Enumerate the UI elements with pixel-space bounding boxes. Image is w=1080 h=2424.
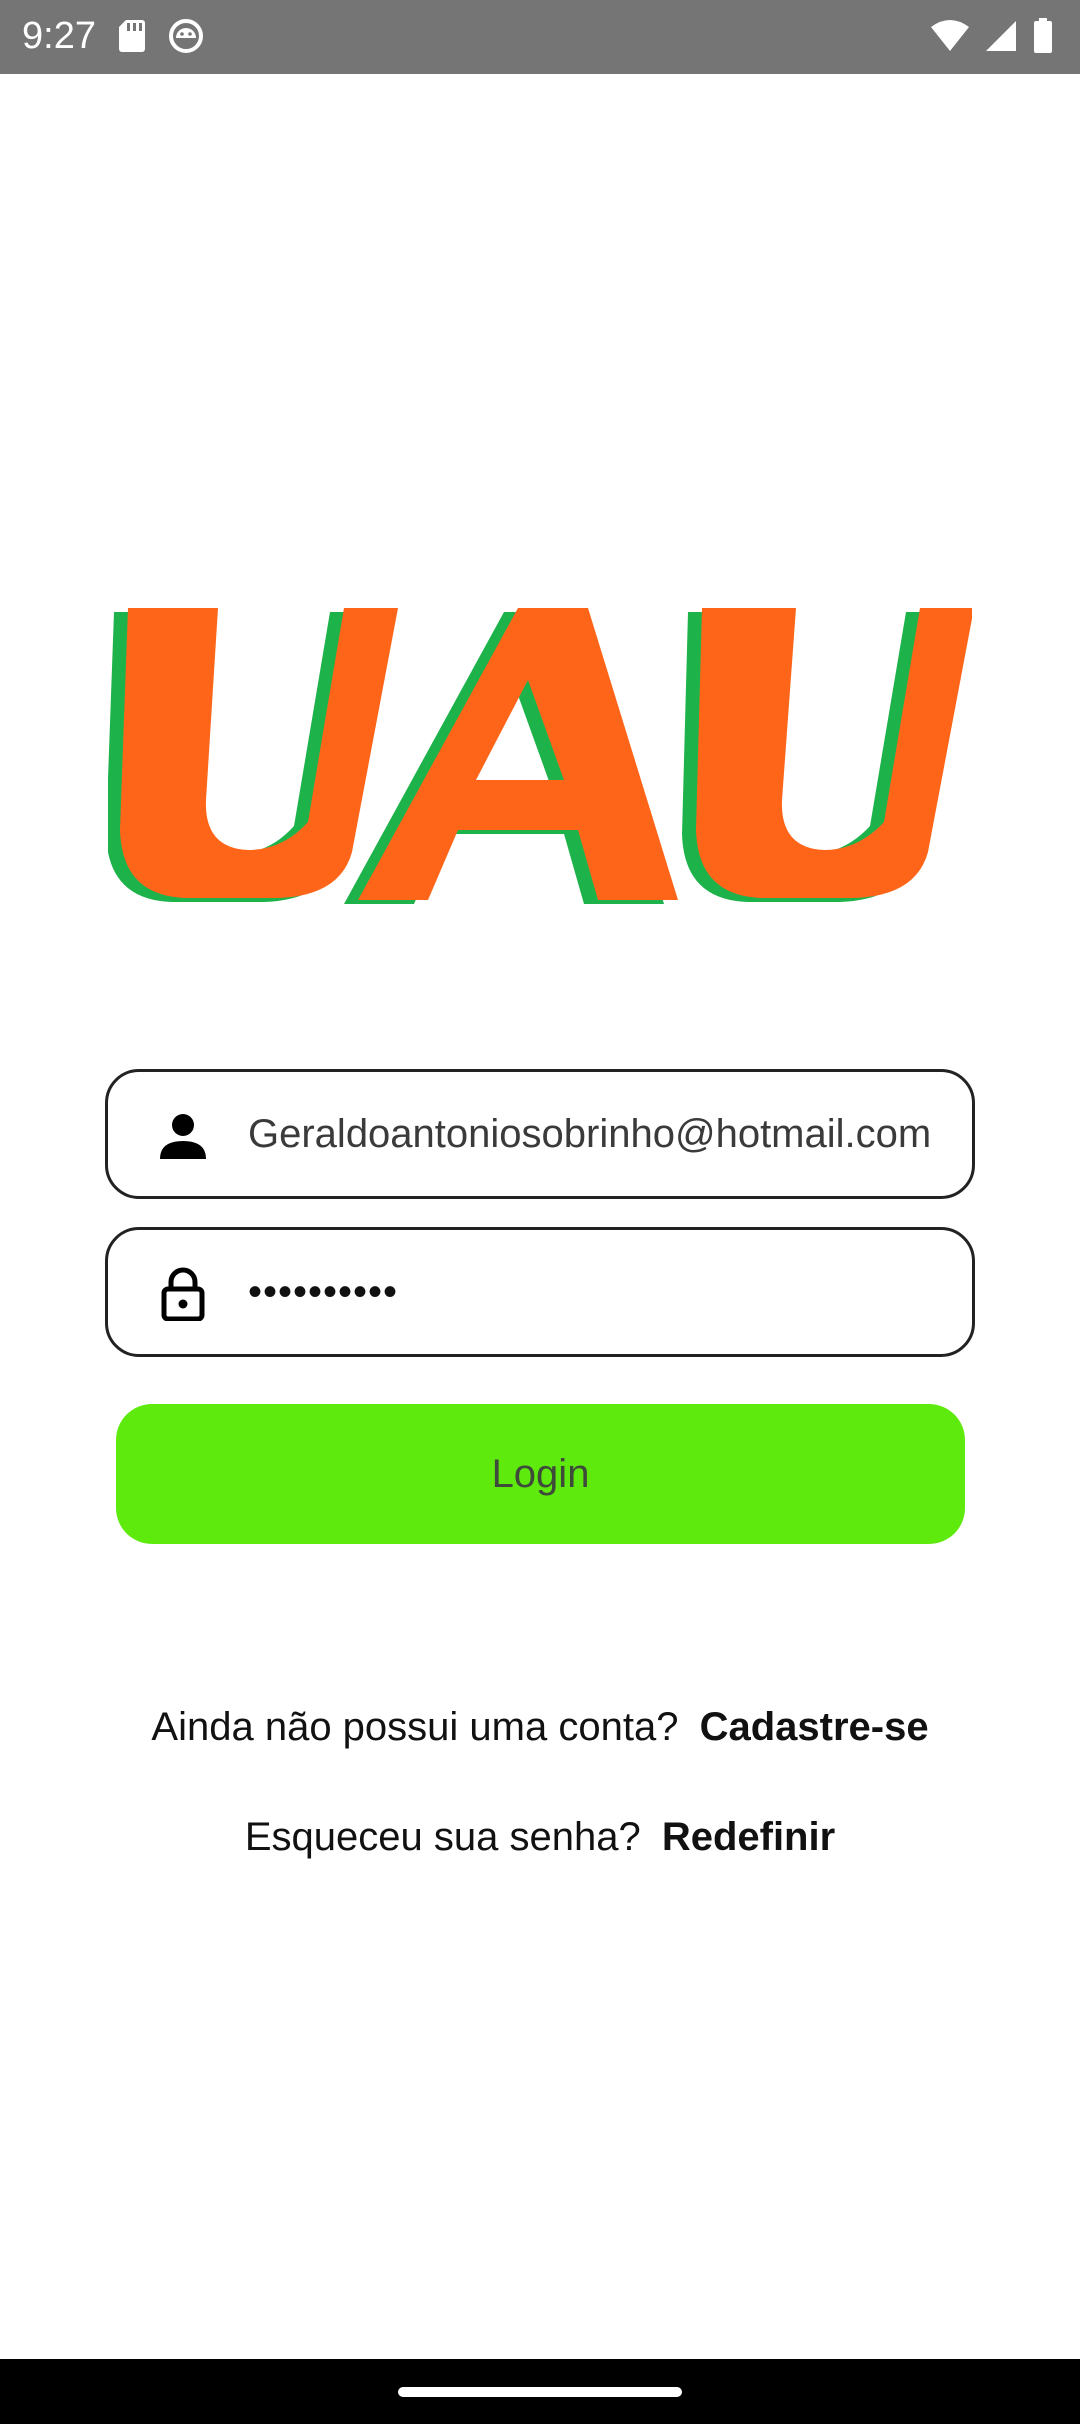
wifi-icon [930, 19, 970, 58]
person-icon [156, 1109, 210, 1163]
uau-logo [106, 600, 974, 910]
email-field[interactable]: Geraldoantoniosobrinho@hotmail.com [105, 1069, 975, 1199]
login-button[interactable]: Login [116, 1404, 965, 1544]
sd-card-icon [118, 18, 146, 59]
signup-prompt: Ainda não possui uma conta? [151, 1705, 679, 1749]
lock-icon [156, 1267, 210, 1322]
email-value[interactable]: Geraldoantoniosobrinho@hotmail.com [248, 1072, 960, 1196]
reset-link[interactable]: Redefinir [662, 1815, 835, 1859]
signup-row: Ainda não possui uma conta? Cadastre-se [0, 1702, 1080, 1752]
signup-link[interactable]: Cadastre-se [700, 1705, 929, 1749]
password-field[interactable]: •••••••••• [105, 1227, 975, 1357]
android-notification-icon [168, 18, 204, 59]
battery-icon [1032, 18, 1054, 59]
status-bar: 9:27 [0, 0, 1080, 74]
password-value[interactable]: •••••••••• [248, 1230, 960, 1354]
home-gesture-handle[interactable] [398, 2387, 682, 2397]
reset-row: Esqueceu sua senha? Redefinir [0, 1812, 1080, 1862]
status-time: 9:27 [22, 15, 96, 57]
cellular-signal-icon [984, 19, 1018, 58]
reset-prompt: Esqueceu sua senha? [244, 1815, 641, 1859]
